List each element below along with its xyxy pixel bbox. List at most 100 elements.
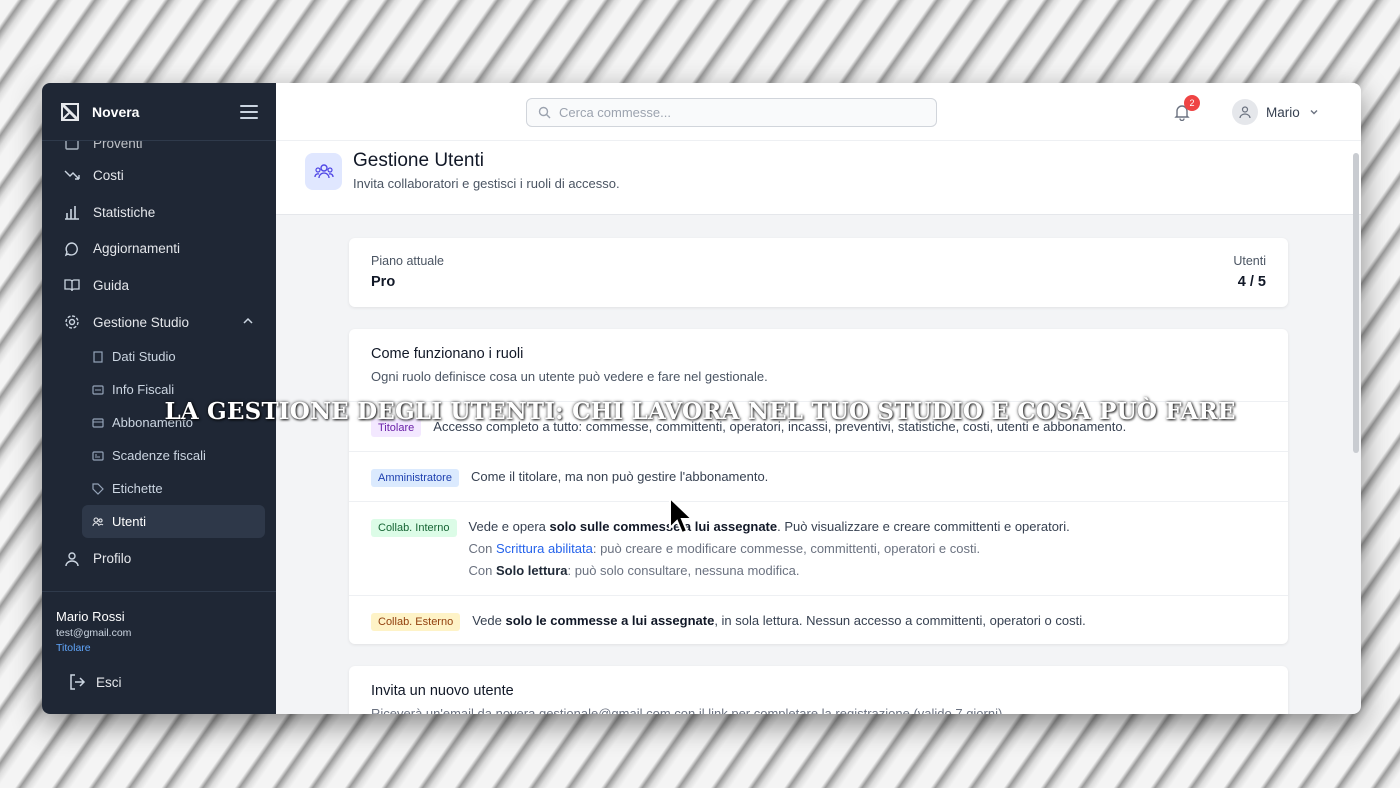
hamburger-menu-icon[interactable] bbox=[240, 104, 258, 119]
sidebar-subitem-label: Etichette bbox=[112, 481, 163, 497]
text: . Può visualizzare e creare committenti … bbox=[777, 519, 1070, 534]
sidebar-item-gestione-studio[interactable]: Gestione Studio bbox=[42, 304, 276, 341]
sidebar-subitem-scadenze-fiscali[interactable]: Scadenze fiscali bbox=[42, 439, 265, 472]
building-icon bbox=[92, 351, 104, 363]
plan-label: Piano attuale bbox=[371, 254, 444, 268]
role-row-collab-interno: Collab. Interno Vede e opera solo sulle … bbox=[371, 519, 1266, 582]
sidebar-item-label: Profilo bbox=[93, 551, 132, 567]
divider bbox=[349, 595, 1288, 596]
invite-title: Invita un nuovo utente bbox=[371, 683, 514, 699]
role-badge-collab-esterno: Collab. Esterno bbox=[371, 613, 461, 631]
mouse-cursor-icon bbox=[669, 496, 694, 535]
role-badge-collab-interno: Collab. Interno bbox=[371, 519, 457, 537]
notifications-button[interactable]: 2 bbox=[1173, 95, 1200, 122]
trend-down-icon bbox=[64, 167, 80, 183]
search-input[interactable] bbox=[559, 105, 919, 120]
user-icon bbox=[1239, 106, 1251, 119]
page-title: Gestione Utenti bbox=[353, 150, 484, 171]
users-group-icon bbox=[305, 153, 342, 190]
text-bold: Solo lettura bbox=[496, 563, 568, 578]
user-menu-name: Mario bbox=[1266, 104, 1300, 120]
user-menu[interactable]: Mario bbox=[1232, 99, 1319, 125]
gear-icon bbox=[64, 314, 80, 330]
divider bbox=[349, 451, 1288, 452]
invite-subtitle: Riceverà un'email da novera.gestionale@g… bbox=[371, 706, 1006, 714]
video-caption: LA GESTIONE DEGLI UTENTI: CHI LAVORA NEL… bbox=[164, 398, 1236, 425]
role-row-amministratore: Amministratore Come il titolare, ma non … bbox=[371, 469, 1266, 488]
search-box[interactable] bbox=[526, 98, 937, 127]
sidebar-subitem-label: Info Fiscali bbox=[112, 382, 175, 398]
sidebar-nav: Proventi Costi Statistiche Aggiornamenti… bbox=[42, 141, 276, 591]
sidebar-item-label: Aggiornamenti bbox=[93, 241, 181, 257]
role-description: Vede solo le commesse a lui assegnate, i… bbox=[472, 610, 1085, 632]
users-label: Utenti bbox=[1233, 254, 1266, 268]
avatar bbox=[1232, 99, 1258, 125]
plan-card: Piano attuale Pro Utenti 4 / 5 bbox=[349, 238, 1288, 307]
text-bold: solo le commesse a lui assegnate bbox=[505, 613, 715, 628]
sidebar-subitem-label: Scadenze fiscali bbox=[112, 448, 206, 464]
user-name: Mario Rossi bbox=[56, 609, 125, 624]
sidebar-item-costi[interactable]: Costi bbox=[42, 157, 276, 194]
text: Con bbox=[468, 563, 497, 578]
logout-icon bbox=[70, 674, 86, 690]
sidebar-subitem-label: Utenti bbox=[112, 514, 146, 530]
bar-chart-icon bbox=[64, 204, 80, 220]
sidebar-item-proventi[interactable]: Proventi bbox=[42, 141, 276, 151]
text: Vede e opera bbox=[468, 519, 550, 534]
receipt-icon bbox=[64, 141, 80, 151]
book-icon bbox=[64, 277, 80, 293]
page-header: Gestione Utenti Invita collaboratori e g… bbox=[276, 141, 1361, 215]
text: Con bbox=[468, 541, 497, 556]
sidebar-item-aggiornamenti[interactable]: Aggiornamenti bbox=[42, 230, 276, 267]
novera-logo-icon bbox=[60, 102, 80, 121]
sidebar-item-label: Proventi bbox=[93, 141, 143, 151]
user-email: test@gmail.com bbox=[56, 627, 132, 639]
sidebar-subitem-utenti[interactable]: Utenti bbox=[82, 505, 265, 539]
id-card-icon bbox=[92, 384, 104, 396]
brand-bar: Novera bbox=[42, 83, 276, 141]
sidebar-subitem-dati-studio[interactable]: Dati Studio bbox=[42, 340, 265, 373]
sidebar-item-guida[interactable]: Guida bbox=[42, 267, 276, 304]
users-icon bbox=[92, 516, 104, 528]
roles-subtitle: Ogni ruolo definisce cosa un utente può … bbox=[371, 369, 768, 384]
text: : può solo consultare, nessuna modifica. bbox=[567, 563, 800, 578]
page-subtitle: Invita collaboratori e gestisci i ruoli … bbox=[353, 176, 620, 191]
sidebar-subitem-label: Dati Studio bbox=[112, 349, 176, 365]
sidebar-item-statistiche[interactable]: Statistiche bbox=[42, 194, 276, 231]
text: : può creare e modificare commesse, comm… bbox=[592, 541, 981, 556]
sidebar-item-profilo[interactable]: Profilo bbox=[42, 540, 276, 577]
top-bar: 2 Mario bbox=[276, 83, 1361, 141]
sidebar-subitem-etichette[interactable]: Etichette bbox=[42, 472, 265, 505]
page-content: Piano attuale Pro Utenti 4 / 5 Come funz… bbox=[276, 236, 1361, 714]
brand-name: Novera bbox=[92, 103, 140, 120]
sidebar-item-label: Statistiche bbox=[93, 204, 156, 220]
role-row-collab-esterno: Collab. Esterno Vede solo le commesse a … bbox=[371, 613, 1266, 632]
sidebar-item-label: Guida bbox=[93, 277, 130, 293]
text-link: Scrittura abilitata bbox=[496, 541, 593, 556]
calendar-card-icon bbox=[92, 450, 104, 462]
logout-label: Esci bbox=[96, 674, 122, 690]
plan-value: Pro bbox=[371, 274, 396, 290]
text: Vede bbox=[472, 613, 506, 628]
chevron-down-icon bbox=[1310, 110, 1318, 115]
sidebar-item-label: Gestione Studio bbox=[93, 314, 190, 330]
role-badge-amministratore: Amministratore bbox=[371, 469, 459, 487]
search-icon bbox=[538, 106, 551, 119]
notification-count-badge: 2 bbox=[1184, 95, 1200, 111]
logout-button[interactable]: Esci bbox=[68, 673, 122, 691]
text: , in sola lettura. Nessun accesso a comm… bbox=[714, 613, 1086, 628]
roles-title: Come funzionano i ruoli bbox=[371, 346, 524, 362]
chat-bubble-icon bbox=[64, 241, 80, 257]
sidebar-user-info: Mario Rossi test@gmail.com Titolare bbox=[42, 591, 276, 654]
invite-card: Invita un nuovo utente Riceverà un'email… bbox=[349, 666, 1288, 714]
role-description: Come il titolare, ma non può gestire l'a… bbox=[470, 469, 769, 484]
users-count: 4 / 5 bbox=[1237, 274, 1266, 290]
roles-card: Come funzionano i ruoli Ogni ruolo defin… bbox=[349, 329, 1288, 644]
role-description: Vede e opera solo sulle commesse a lui a… bbox=[469, 516, 1070, 582]
chevron-up-icon[interactable] bbox=[242, 315, 254, 330]
user-role: Titolare bbox=[56, 642, 91, 654]
user-icon bbox=[64, 551, 80, 567]
tag-icon bbox=[92, 483, 104, 495]
sidebar-item-label: Costi bbox=[93, 167, 124, 183]
text-bold: solo sulle commesse a lui assegnate bbox=[549, 519, 778, 534]
